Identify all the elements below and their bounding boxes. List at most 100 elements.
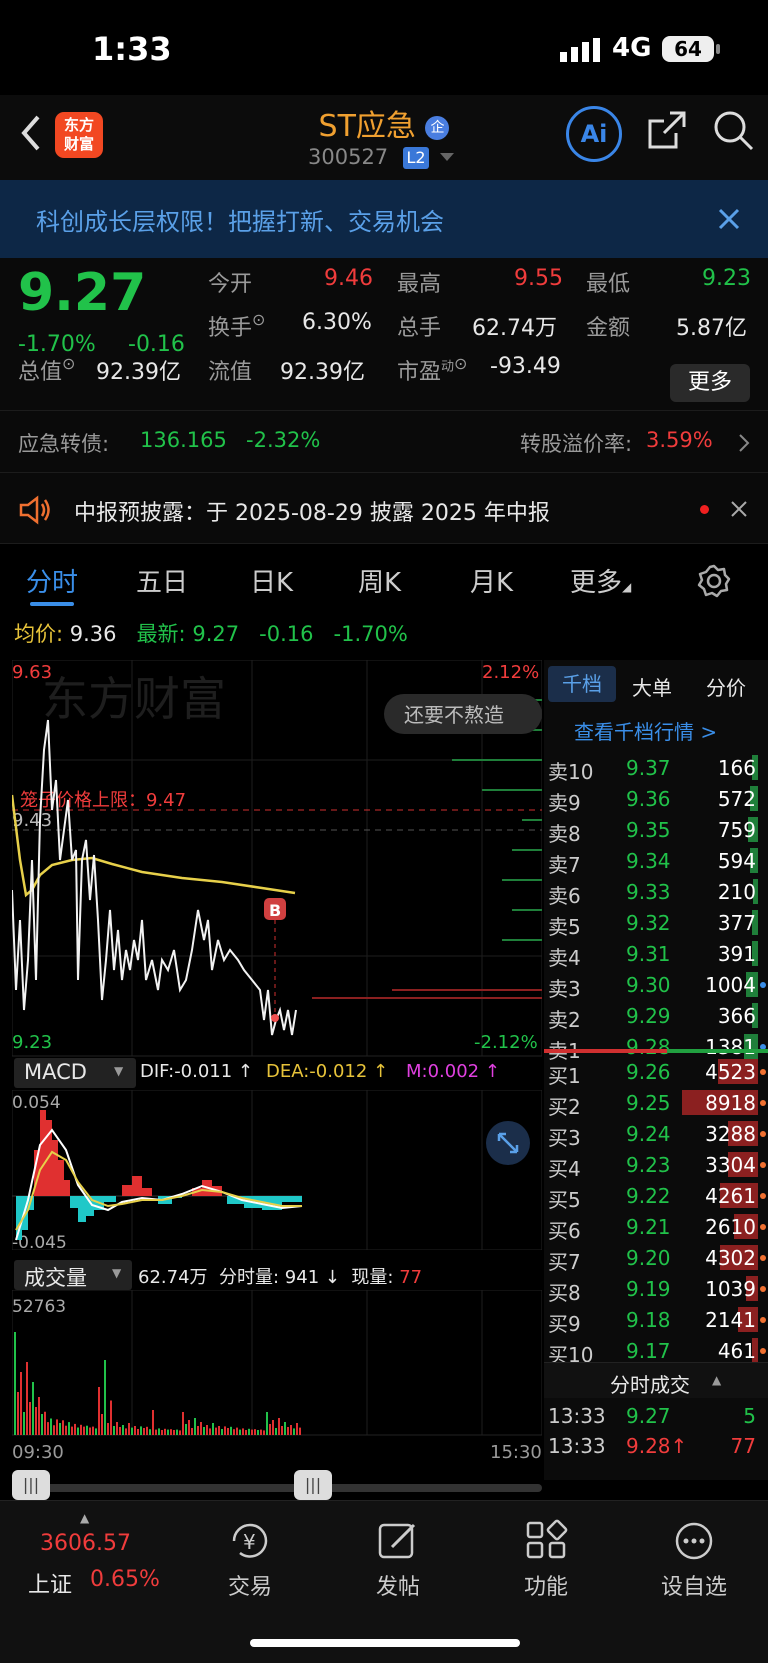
tab-monthly-k[interactable]: 月K [470, 562, 513, 599]
convertible-bond-row[interactable]: 应急转债: 136.165 -2.32% 转股溢价率: 3.59% [0, 410, 768, 472]
volume-bar [23, 1412, 25, 1435]
volume-bar [248, 1428, 250, 1435]
volume-bar [299, 1427, 301, 1435]
scroll-handle-left[interactable]: ||| [12, 1470, 50, 1500]
close-icon[interactable] [718, 208, 740, 230]
time-scrollbar[interactable] [12, 1484, 542, 1492]
volume-selector[interactable]: 成交量 ▼ [14, 1260, 132, 1290]
volume-bar [254, 1429, 256, 1435]
level-volume: 461 [717, 1339, 756, 1363]
more-button[interactable]: 更多 [670, 364, 750, 402]
tab-more[interactable]: 更多◢ [570, 562, 631, 599]
level-volume: 166 [717, 756, 756, 780]
volume-bar [170, 1429, 172, 1435]
ask-row[interactable]: 卖9 9.36 572 [544, 783, 768, 815]
volume-bar [137, 1429, 139, 1435]
trade-price: 9.28↑ [626, 1434, 688, 1458]
level2-badge[interactable]: L2 [403, 147, 429, 169]
book-tab-price[interactable]: 分价 [706, 672, 746, 701]
volume-bar [158, 1428, 160, 1435]
chart-info-line: 均价: 9.36 最新: 9.27 -0.16 -1.70% [14, 622, 408, 646]
tab-intraday[interactable]: 分时 [26, 562, 78, 599]
level-price: 9.29 [626, 1004, 671, 1028]
unread-dot [700, 505, 709, 514]
nav-functions[interactable]: 功能 [496, 1519, 596, 1601]
trades-header[interactable]: 分时成交 ▲ [544, 1362, 768, 1398]
index-expand-icon[interactable]: ▲ [80, 1511, 89, 1525]
volume-chart[interactable]: 52763 [12, 1290, 542, 1440]
bid-row[interactable]: 买2 9.25 8918 [544, 1087, 768, 1119]
book-tab-large[interactable]: 大单 [632, 672, 672, 701]
book-tab-depth[interactable]: 千档 [548, 666, 616, 702]
volume-bar [230, 1426, 232, 1435]
index-name[interactable]: 上证 [28, 1567, 72, 1599]
nav-post[interactable]: 发帖 [348, 1519, 448, 1601]
tab-daily-k[interactable]: 日K [250, 562, 293, 599]
index-pct[interactable]: 0.65% [90, 1567, 160, 1592]
index-value[interactable]: 3606.57 [40, 1531, 131, 1556]
macd-selector[interactable]: MACD ▼ [14, 1058, 136, 1088]
search-icon[interactable] [712, 109, 756, 153]
expand-button[interactable] [486, 1121, 530, 1165]
volume-bar [50, 1418, 52, 1435]
float-label: 流值 [208, 360, 253, 385]
ask-row[interactable]: 卖5 9.32 377 [544, 907, 768, 939]
promo-banner[interactable]: 科创成长层权限！把握打新、交易机会 [0, 180, 768, 258]
close-icon[interactable] [730, 500, 748, 518]
volume-bar [179, 1430, 181, 1435]
ask-row[interactable]: 卖4 9.31 391 [544, 938, 768, 970]
header: 东方 财富 ST应急 企 300527 L2 Ai [0, 95, 768, 180]
chart-pct-bottom: -2.12% [474, 1032, 538, 1053]
ask-row[interactable]: 卖10 9.37 166 [544, 752, 768, 784]
info-icon[interactable]: ⊙ [62, 354, 75, 373]
bid-row[interactable]: 买6 9.21 2610 [544, 1211, 768, 1243]
order-dot [760, 1131, 766, 1137]
volume-bar [77, 1427, 79, 1435]
level-volume: 4261 [705, 1184, 756, 1208]
bid-row[interactable]: 买3 9.24 3288 [544, 1118, 768, 1150]
volume-bar [287, 1427, 289, 1435]
bid-row[interactable]: 买8 9.19 1039 [544, 1273, 768, 1305]
ask-row[interactable]: 卖3 9.30 1004 [544, 969, 768, 1001]
volume-bar [116, 1422, 118, 1435]
ask-row[interactable]: 卖2 9.29 366 [544, 1000, 768, 1032]
level-price: 9.35 [626, 818, 671, 842]
volume-bar [134, 1426, 136, 1435]
nav-trade[interactable]: ¥ 交易 [200, 1519, 300, 1601]
settings-icon[interactable] [697, 564, 731, 598]
level-price: 9.37 [626, 756, 671, 780]
network-type: 4G [612, 33, 652, 63]
intraday-chart[interactable]: 东方财富 9.63 9.23 2.12% -2.12% 9.43 笼子价格上限：… [12, 660, 542, 1060]
bid-row[interactable]: 买5 9.22 4261 [544, 1180, 768, 1212]
ai-icon[interactable]: Ai [566, 106, 622, 162]
ask-row[interactable]: 卖6 9.33 210 [544, 876, 768, 908]
notice-bar[interactable]: 中报预披露：于 2025-08-29 披露 2025 年中报 [0, 472, 768, 544]
macd-chart[interactable]: 0.054 -0.045 [12, 1090, 542, 1250]
bid-row[interactable]: 买1 9.26 4523 [544, 1056, 768, 1088]
home-indicator[interactable] [250, 1639, 520, 1647]
info-icon[interactable]: ⊙ [454, 354, 467, 373]
ask-row[interactable]: 卖7 9.34 594 [544, 845, 768, 877]
tab-weekly-k[interactable]: 周K [358, 562, 401, 599]
price-line [12, 719, 297, 1036]
volume-bar [44, 1411, 46, 1435]
scroll-handle-right[interactable]: ||| [294, 1470, 332, 1500]
info-icon[interactable]: ⊙ [252, 310, 265, 329]
share-icon[interactable] [646, 109, 688, 151]
bottom-nav: ▲ 3606.57 上证 0.65% ¥ 交易 发帖 功能 设自选 [0, 1500, 768, 1663]
bid-row[interactable]: 买7 9.20 4302 [544, 1242, 768, 1274]
tooltip-text: 还要不熬造 [404, 703, 504, 727]
nav-watchlist[interactable]: 设自选 [644, 1519, 744, 1601]
volume-bar [206, 1425, 208, 1435]
volume-bar [260, 1429, 262, 1435]
chart-ymax: 9.63 [12, 662, 52, 683]
high-value: 9.55 [514, 266, 563, 291]
bid-row[interactable]: 买9 9.18 2141 [544, 1304, 768, 1336]
tab-five-day[interactable]: 五日 [136, 562, 188, 599]
volume-bar [68, 1422, 70, 1435]
volume-bar [221, 1429, 223, 1435]
chevron-down-icon[interactable] [440, 151, 454, 163]
bid-row[interactable]: 买4 9.23 3304 [544, 1149, 768, 1181]
ask-row[interactable]: 卖8 9.35 759 [544, 814, 768, 846]
book-depth-link[interactable]: 查看千档行情 > [574, 716, 717, 745]
